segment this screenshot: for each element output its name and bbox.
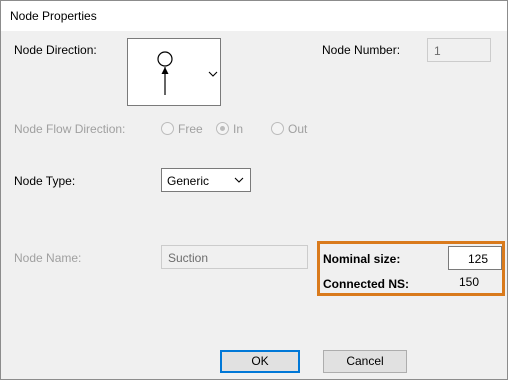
node-number-value: 1 <box>434 44 441 58</box>
connected-ns-label: Connected NS: <box>323 277 410 291</box>
node-type-value: Generic <box>167 174 210 188</box>
node-number-label: Node Number: <box>322 43 401 57</box>
nominal-size-label: Nominal size: <box>323 252 401 266</box>
node-direction-label: Node Direction: <box>14 43 97 57</box>
ok-button[interactable]: OK <box>220 350 300 373</box>
nominal-size-value: 125 <box>467 252 488 266</box>
node-direction-up-arrow-icon <box>157 51 173 95</box>
nominal-size-input[interactable]: 125 <box>448 246 502 270</box>
node-number-field: 1 <box>427 38 491 62</box>
node-type-select[interactable]: Generic <box>161 168 251 192</box>
dialog-title: Node Properties <box>10 9 97 23</box>
cancel-button[interactable]: Cancel <box>323 350 407 373</box>
node-type-label: Node Type: <box>14 174 76 188</box>
chevron-down-icon <box>234 177 244 183</box>
flow-free-label: Free <box>178 122 203 136</box>
flow-in-radio[interactable] <box>216 122 229 135</box>
flow-out-radio[interactable] <box>271 122 284 135</box>
node-properties-dialog: Node Properties Node Direction: Node Num… <box>0 0 508 380</box>
connected-ns-value: 150 <box>459 275 480 289</box>
node-name-label: Node Name: <box>14 251 82 265</box>
flow-out-label: Out <box>288 122 308 136</box>
flow-free-radio[interactable] <box>161 122 174 135</box>
node-name-field: Suction <box>161 245 308 269</box>
title-bar: Node Properties <box>1 1 507 31</box>
node-name-value: Suction <box>168 251 209 265</box>
node-flow-direction-label: Node Flow Direction: <box>14 122 126 136</box>
node-direction-picker[interactable] <box>127 38 221 106</box>
flow-in-label: In <box>233 122 244 136</box>
